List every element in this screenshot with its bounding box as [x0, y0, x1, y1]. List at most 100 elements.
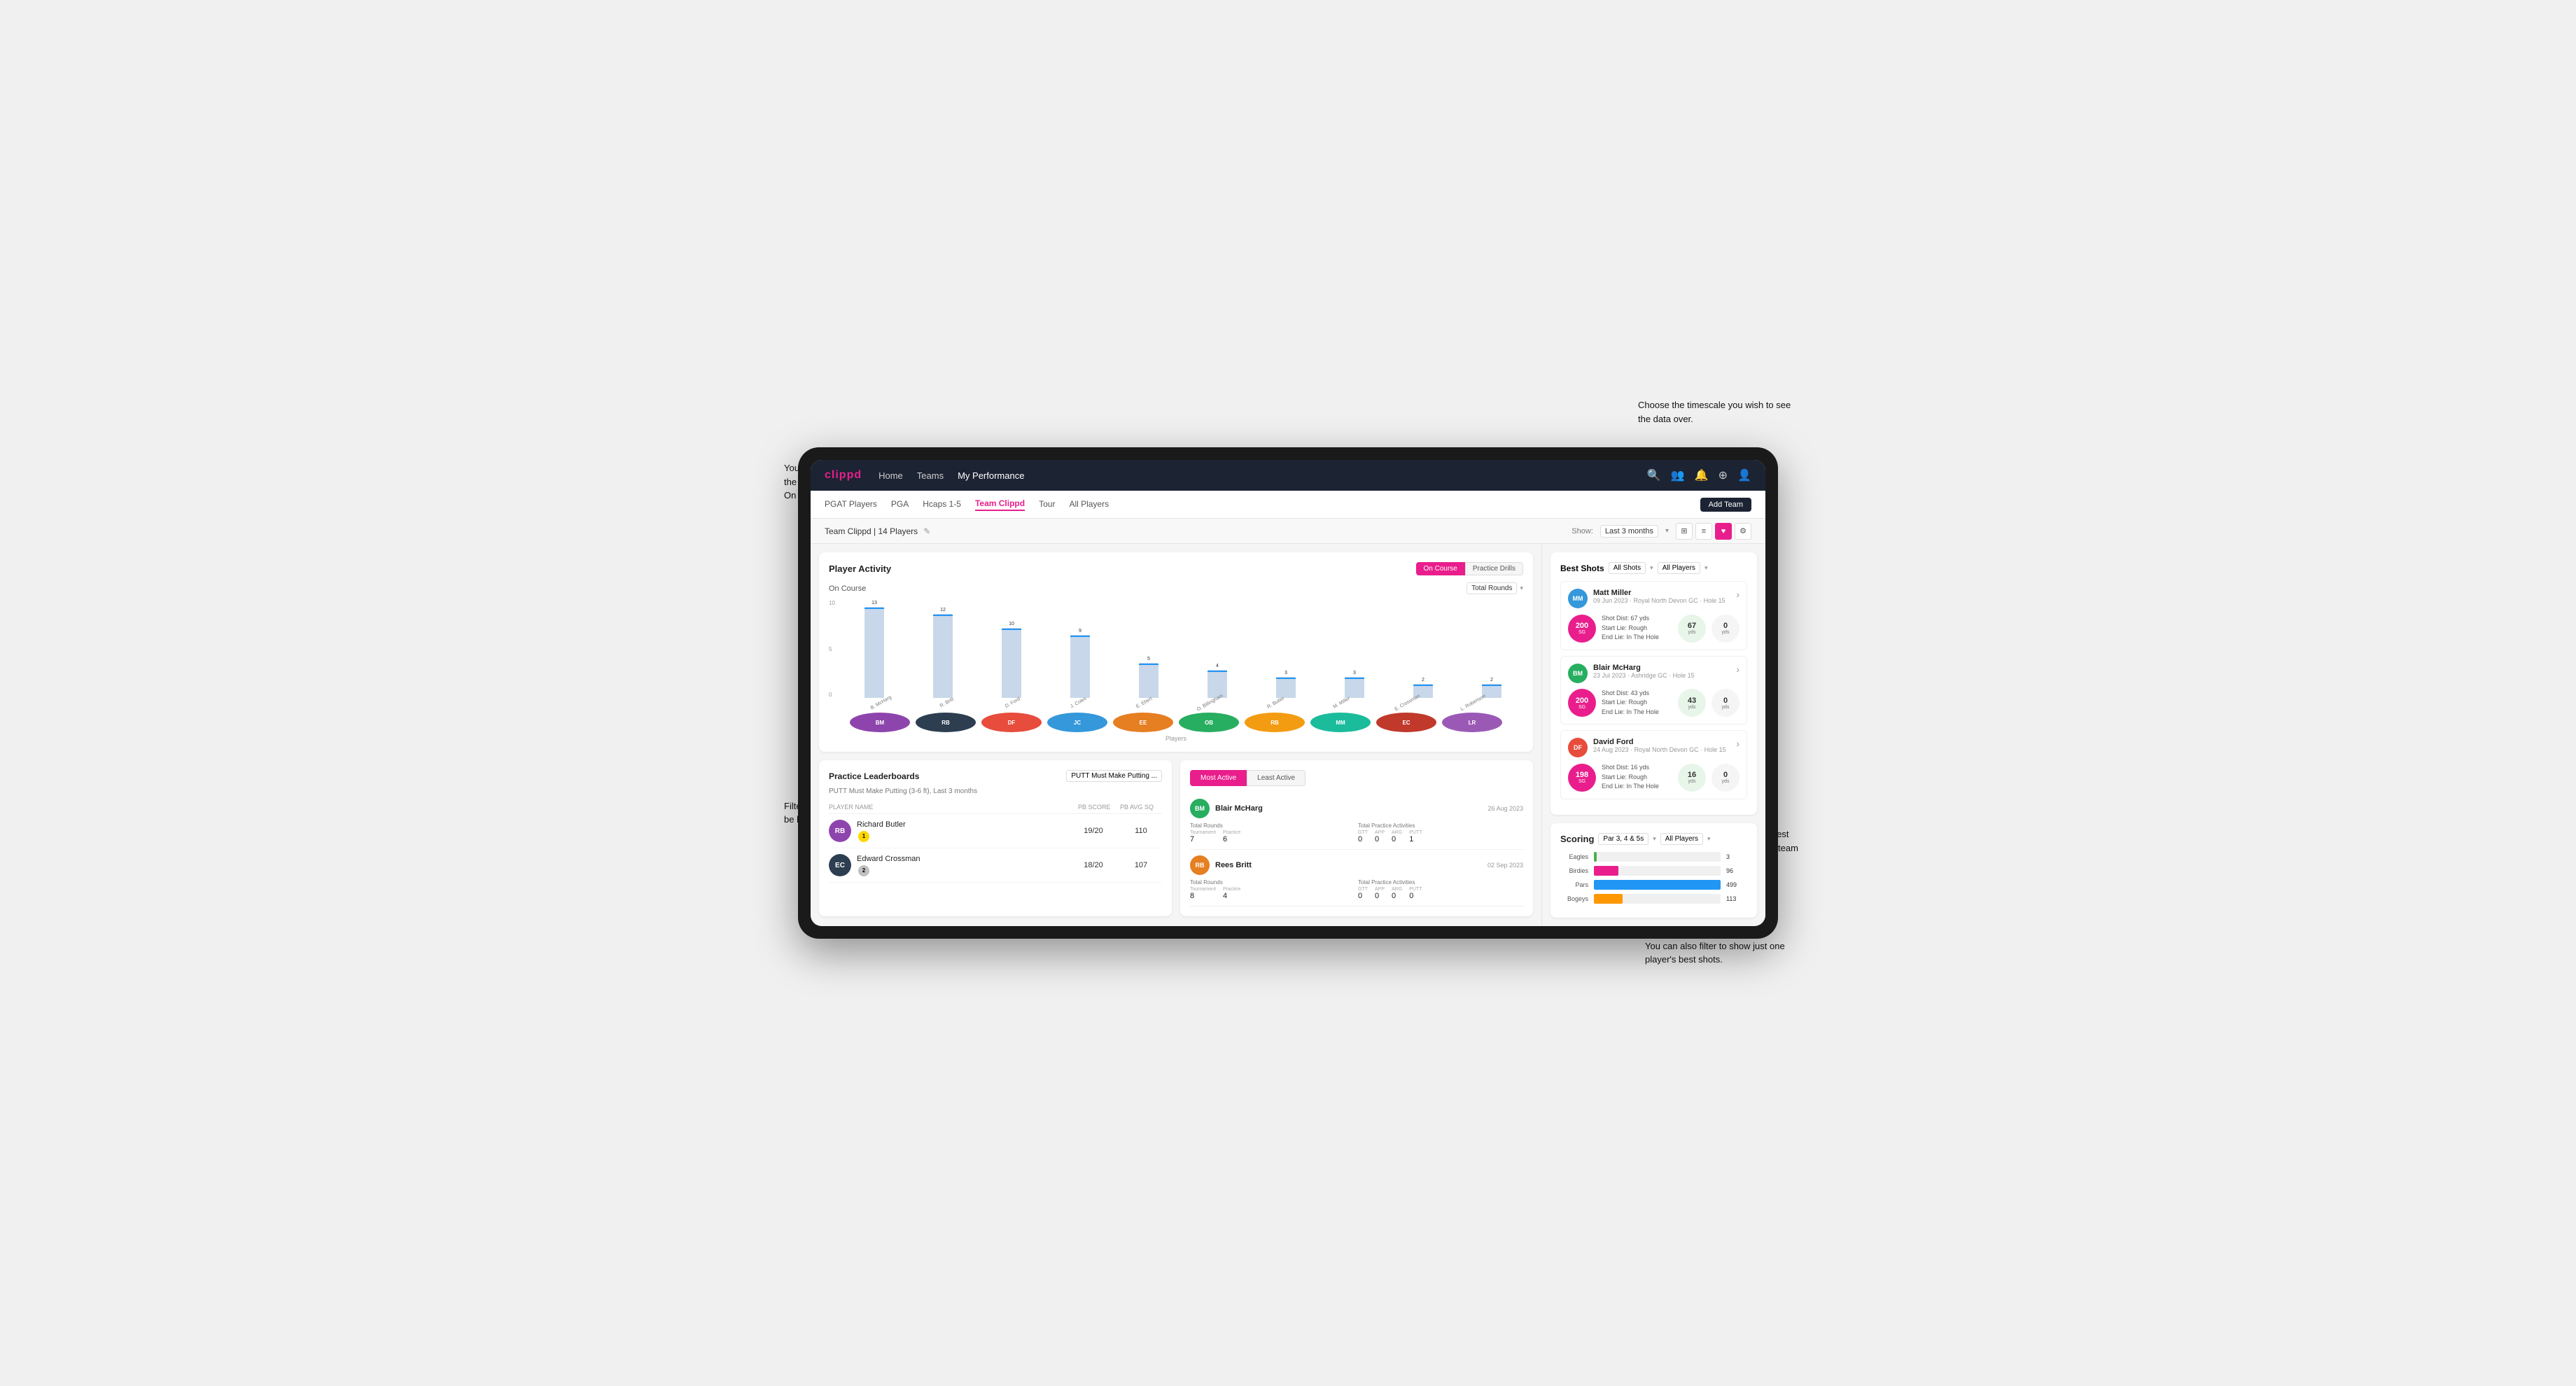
all-players-dropdown[interactable]: All Players	[1658, 562, 1700, 574]
heart-view-btn[interactable]: ♥	[1715, 523, 1732, 540]
shot-details-1: 200 SG Shot Dist: 67 ydsStart Lie: Rough…	[1568, 614, 1740, 643]
app-label-2: APP	[1375, 887, 1385, 892]
shot-chevron-2[interactable]: ›	[1736, 664, 1740, 675]
show-label: Show:	[1572, 527, 1593, 536]
shot-player-sub-2: 23 Jul 2023 · Ashridge GC · Hole 15	[1593, 672, 1695, 679]
settings-view-btn[interactable]: ⚙	[1735, 523, 1751, 540]
scoring-filter1[interactable]: Par 3, 4 & 5s	[1598, 833, 1648, 845]
bar-2[interactable]	[1002, 628, 1021, 698]
shot-player-details-3: David Ford 24 Aug 2023 · Royal North Dev…	[1593, 738, 1726, 753]
y-label-0: 0	[829, 692, 843, 698]
bar-group-5: 4	[1186, 600, 1249, 698]
chevron-scoring2-icon: ▾	[1707, 835, 1711, 843]
putt-label-1: PUTT	[1409, 830, 1422, 835]
shot-chevron-1[interactable]: ›	[1736, 589, 1740, 600]
total-practice-title-1: Total Practice Activities	[1358, 822, 1523, 829]
edit-icon[interactable]: ✎	[923, 526, 930, 536]
tab-team-clippd[interactable]: Team Clippd	[975, 498, 1025, 511]
scoring-label-2: Pars	[1560, 881, 1588, 888]
nav-teams[interactable]: Teams	[917, 470, 944, 481]
shot-yds2-value-1: 0	[1723, 622, 1728, 630]
total-practice-group-1: Total Practice Activities GTT 0 APP	[1358, 822, 1523, 844]
lb-player-1: RB Richard Butler 1	[829, 820, 1067, 842]
total-rounds-dropdown[interactable]: Total Rounds	[1466, 582, 1517, 594]
bar-value-0: 13	[872, 601, 877, 606]
bar-marker-0	[864, 608, 884, 609]
user-avatar-icon[interactable]: 👤	[1737, 468, 1751, 482]
x-axis-title: Players	[829, 735, 1523, 742]
shot-score-value-2: 200	[1576, 696, 1588, 705]
leaderboard-dropdown[interactable]: PUTT Must Make Putting ...	[1066, 770, 1162, 782]
gtt-label-1: GTT	[1358, 830, 1368, 835]
scoring-value-2: 499	[1726, 881, 1747, 888]
player-activity-title: Player Activity	[829, 564, 891, 574]
show-dropdown[interactable]: Last 3 months	[1600, 525, 1658, 538]
on-course-toggle[interactable]: On Course	[1416, 562, 1465, 575]
practice-drills-toggle[interactable]: Practice Drills	[1465, 562, 1523, 575]
app-col-1: APP 0	[1375, 830, 1385, 844]
search-icon[interactable]: 🔍	[1647, 468, 1661, 482]
dropdown-chevron-icon: ▾	[1520, 584, 1523, 592]
shot-card-1: MM Matt Miller 09 Jun 2023 · Royal North…	[1560, 581, 1747, 650]
bar-group-2: 10	[980, 600, 1043, 698]
chevron-down-icon: ▾	[1665, 527, 1669, 535]
least-active-tab[interactable]: Least Active	[1247, 770, 1306, 786]
tab-hcaps[interactable]: Hcaps 1-5	[923, 499, 961, 510]
arg-value-2: 0	[1392, 892, 1402, 900]
bars-area: 13 12 10 9 5 4	[843, 600, 1523, 698]
y-label-5: 5	[829, 646, 843, 652]
shot-chevron-3[interactable]: ›	[1736, 738, 1740, 749]
app-label-1: APP	[1375, 830, 1385, 835]
tab-pgat-players[interactable]: PGAT Players	[825, 499, 877, 510]
sub-nav-right: Add Team	[1700, 498, 1751, 512]
tab-tour[interactable]: Tour	[1039, 499, 1055, 510]
shot-score-badge-3: 198 SG	[1568, 764, 1596, 792]
total-rounds-title-1: Total Rounds	[1190, 822, 1355, 829]
tab-pga[interactable]: PGA	[891, 499, 909, 510]
shot-player-name-3: David Ford	[1593, 738, 1726, 746]
all-shots-dropdown[interactable]: All Shots	[1609, 562, 1646, 574]
team-name: Team Clippd | 14 Players	[825, 526, 918, 536]
shot-yds1-label-3: yds	[1688, 779, 1696, 784]
nav-home[interactable]: Home	[878, 470, 903, 481]
shot-zero-badge-3: 0 yds	[1712, 764, 1740, 792]
tab-all-players[interactable]: All Players	[1069, 499, 1109, 510]
arg-col-1: ARG 0	[1392, 830, 1402, 844]
scoring-row-2: Pars 499	[1560, 880, 1747, 890]
most-active-tab[interactable]: Most Active	[1190, 770, 1247, 786]
nav-my-performance[interactable]: My Performance	[958, 470, 1024, 481]
view-icons: ⊞ ≡ ♥ ⚙	[1676, 523, 1751, 540]
scoring-filter2[interactable]: All Players	[1660, 833, 1703, 845]
shot-score-sub-1: SG	[1578, 630, 1586, 635]
bar-3[interactable]	[1070, 635, 1090, 698]
shot-yds1-label-2: yds	[1688, 705, 1696, 710]
bar-1[interactable]	[933, 614, 953, 698]
scoring-row-0: Eagles 3	[1560, 852, 1747, 862]
players-icon[interactable]: 👥	[1671, 468, 1685, 482]
shot-player-name-1: Matt Miller	[1593, 589, 1726, 597]
shot-avatar-3: DF	[1568, 738, 1588, 757]
putt-col-1: PUTT 1	[1409, 830, 1422, 844]
add-team-button[interactable]: Add Team	[1700, 498, 1751, 512]
activity-player-2-header: RB Rees Britt 02 Sep 2023	[1190, 855, 1523, 875]
shot-yds1-label-1: yds	[1688, 630, 1696, 635]
shot-details-3: 198 SG Shot Dist: 16 ydsStart Lie: Rough…	[1568, 763, 1740, 792]
lb-player-2: EC Edward Crossman 2	[829, 854, 1067, 876]
lb-col-score: PB SCORE	[1078, 804, 1120, 811]
bar-0[interactable]	[864, 607, 884, 698]
activity-avatar-1: BM	[1190, 799, 1210, 818]
list-view-btn[interactable]: ≡	[1695, 523, 1712, 540]
nav-icons: 🔍 👥 🔔 ⊕ 👤	[1647, 468, 1751, 482]
practice-label-1: Practice	[1223, 830, 1240, 835]
show-controls: Show: Last 3 months ▾ ⊞ ≡ ♥ ⚙	[1572, 523, 1751, 540]
player-activity-card: Player Activity On Course Practice Drill…	[819, 552, 1533, 752]
team-header: Team Clippd | 14 Players ✎ Show: Last 3 …	[811, 519, 1765, 544]
leaderboard-header: Practice Leaderboards PUTT Must Make Put…	[829, 770, 1162, 782]
bar-value-1: 12	[940, 608, 946, 612]
annotation-timescale: Choose the timescale you wish to see the…	[1638, 398, 1792, 426]
grid-view-btn[interactable]: ⊞	[1676, 523, 1693, 540]
plus-circle-icon[interactable]: ⊕	[1718, 468, 1728, 482]
shot-yds2-value-2: 0	[1723, 696, 1728, 705]
bell-icon[interactable]: 🔔	[1695, 468, 1709, 482]
lb-badge-gold: 1	[858, 831, 869, 842]
